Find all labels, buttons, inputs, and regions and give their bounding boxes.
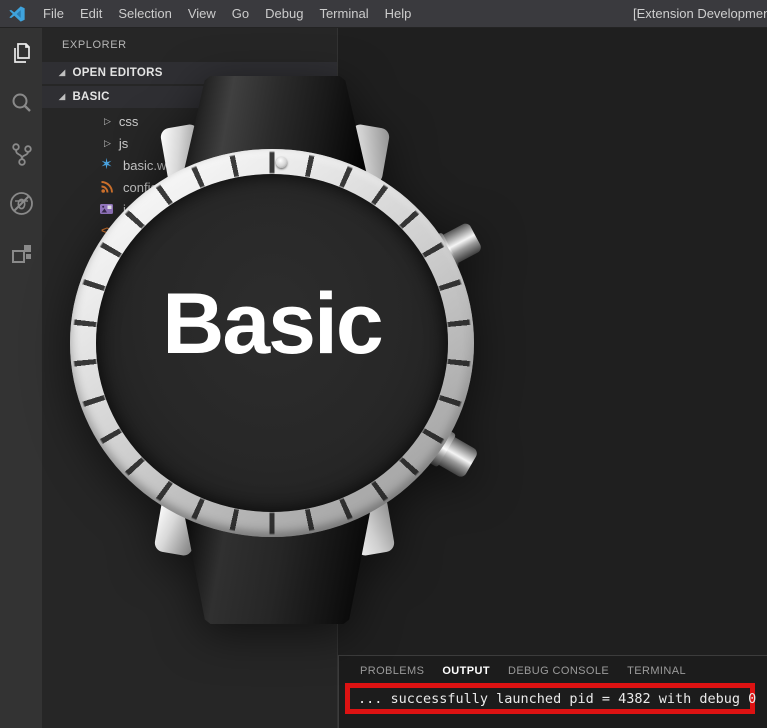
vscode-logo-icon [8,5,26,23]
activity-search[interactable] [0,78,42,128]
menu-view[interactable]: View [180,0,224,28]
menu-file[interactable]: File [35,0,72,28]
search-icon [8,90,34,116]
tab-problems[interactable]: PROBLEMS [360,665,424,677]
tab-debug-console[interactable]: DEBUG CONSOLE [508,665,609,677]
watch-bezel-dot [276,157,287,168]
tab-output[interactable]: OUTPUT [442,665,490,677]
activity-bar [0,28,42,728]
watch-app-title: Basic [162,275,382,374]
activity-debug[interactable] [0,178,42,228]
output-log-line: ... successfully launched pid = 4382 wit… [350,691,756,707]
menu-selection[interactable]: Selection [110,0,179,28]
activity-explorer[interactable] [0,28,42,78]
menu-debug[interactable]: Debug [257,0,311,28]
highlight-box: ... successfully launched pid = 4382 wit… [345,683,755,714]
extensions-icon [8,240,34,266]
source-control-icon [8,140,34,166]
menu-help[interactable]: Help [377,0,420,28]
menu-go[interactable]: Go [224,0,257,28]
watch-screen[interactable]: Basic [96,174,448,512]
panel-tab-bar: PROBLEMS OUTPUT DEBUG CONSOLE TERMINAL [339,656,767,677]
explorer-icon [8,40,34,66]
title-bar: File Edit Selection View Go Debug Termin… [0,0,767,28]
sidebar-title: EXPLORER [42,28,337,62]
wearable-emulator: Basic [60,70,490,630]
menu-edit[interactable]: Edit [72,0,110,28]
menu-terminal[interactable]: Terminal [311,0,376,28]
tab-terminal[interactable]: TERMINAL [627,665,686,677]
activity-extensions[interactable] [0,228,42,278]
window-title: [Extension Development [633,0,767,28]
bottom-panel: PROBLEMS OUTPUT DEBUG CONSOLE TERMINAL .… [338,655,767,728]
activity-source-control[interactable] [0,128,42,178]
debug-icon [8,190,35,217]
